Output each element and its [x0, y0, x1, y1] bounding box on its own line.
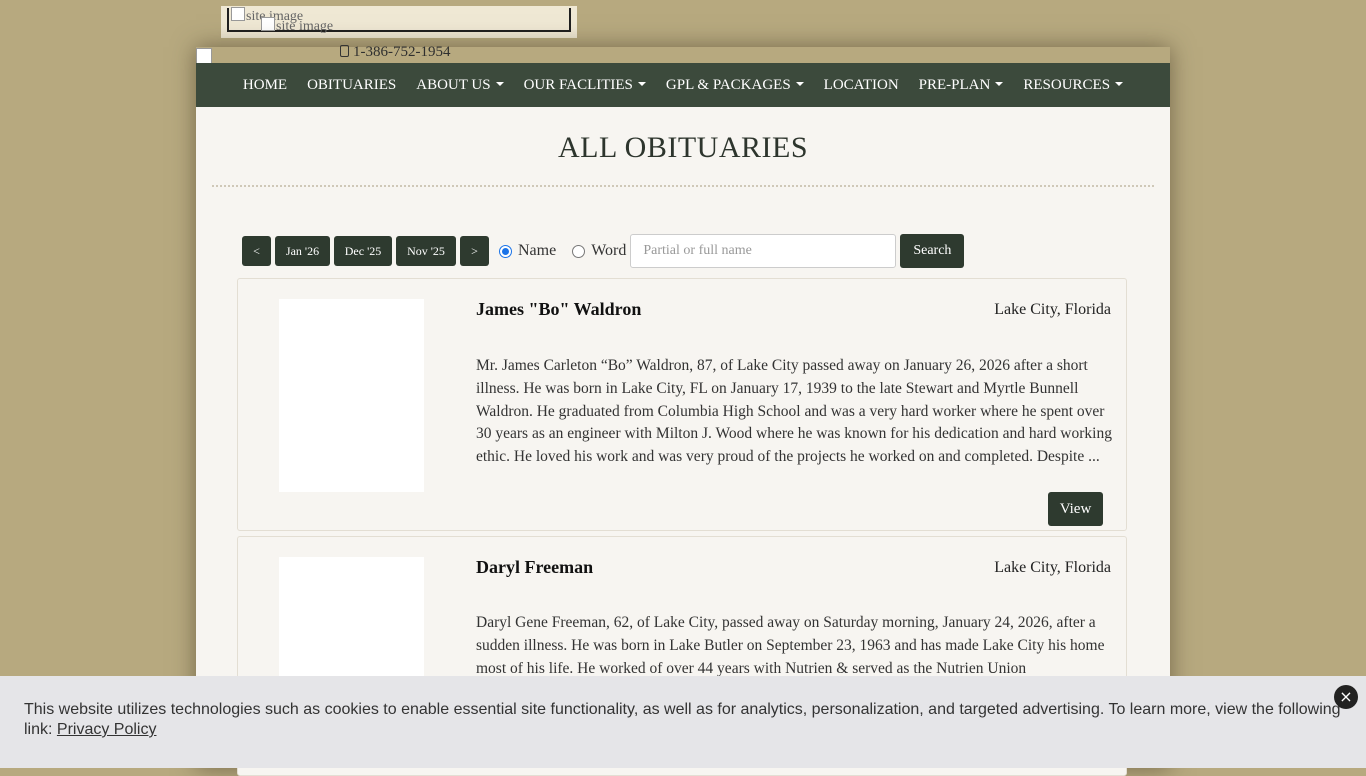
- obituary-name[interactable]: James "Bo" Waldron: [476, 299, 641, 320]
- search-button[interactable]: Search: [900, 234, 965, 268]
- caret-down-icon: [1115, 81, 1124, 86]
- prev-month-button[interactable]: <: [242, 236, 271, 266]
- caret-down-icon: [795, 81, 804, 86]
- logo-inner: site image site image: [227, 8, 571, 35]
- cookie-message: This website utilizes technologies such …: [24, 701, 1341, 738]
- obituary-photo[interactable]: [279, 299, 424, 492]
- obituary-card: James "Bo" Waldron Lake City, Florida Mr…: [237, 278, 1127, 531]
- obituary-location: Lake City, Florida: [994, 559, 1111, 576]
- caret-down-icon: [495, 81, 504, 86]
- phone-icon: [340, 45, 349, 57]
- title-divider: [212, 185, 1154, 187]
- page-title: ALL OBITUARIES: [557, 131, 809, 164]
- obituary-excerpt: Mr. James Carleton “Bo” Waldron, 87, of …: [476, 357, 1112, 466]
- logo-frame: site image site image: [221, 6, 577, 38]
- month-dec-25-button[interactable]: Dec '25: [334, 236, 392, 266]
- radio-name[interactable]: [499, 244, 512, 258]
- obituary-name[interactable]: Daryl Freeman: [476, 557, 593, 578]
- top-bar: 1-386-752-1954: [196, 44, 1170, 63]
- main-nav: HOME OBITUARIES ABOUT US OUR FACLITIES G…: [196, 63, 1170, 107]
- nav-pre-plan[interactable]: PRE-PLAN: [909, 77, 1014, 94]
- phone-number: 1-386-752-1954: [353, 44, 451, 60]
- obituary-excerpt: Daryl Gene Freeman, 62, of Lake City, pa…: [476, 614, 1105, 677]
- caret-down-icon: [995, 81, 1004, 86]
- month-jan-26-button[interactable]: Jan '26: [275, 236, 330, 266]
- next-month-button[interactable]: >: [460, 236, 489, 266]
- nav-about-us[interactable]: ABOUT US: [406, 77, 513, 94]
- radio-word[interactable]: [572, 244, 586, 258]
- nav-resources[interactable]: RESOURCES: [1013, 77, 1133, 94]
- nav-location[interactable]: LOCATION: [814, 77, 909, 94]
- privacy-policy-link[interactable]: Privacy Policy: [57, 721, 157, 738]
- site-image-2[interactable]: site image: [261, 17, 333, 35]
- view-button[interactable]: View: [1048, 492, 1103, 526]
- phone-link[interactable]: 1-386-752-1954: [340, 44, 451, 60]
- page-container: 1-386-752-1954 HOME OBITUARIES ABOUT US …: [196, 44, 1170, 776]
- nav-home[interactable]: HOME: [233, 77, 297, 94]
- cookie-banner: This website utilizes technologies such …: [0, 676, 1366, 768]
- nav-our-facilities[interactable]: OUR FACLITIES: [514, 77, 656, 94]
- search-input[interactable]: Partial or full name: [630, 234, 897, 268]
- nav-obituaries[interactable]: OBITUARIES: [297, 77, 406, 94]
- close-icon[interactable]: ×: [1334, 685, 1358, 709]
- caret-down-icon: [637, 81, 646, 86]
- obituary-location: Lake City, Florida: [994, 301, 1111, 318]
- radio-name-label: Name: [518, 242, 557, 259]
- obituary-filters: < Jan '26 Dec '25 Nov '25 > Name Word Pa…: [242, 234, 968, 268]
- nav-gpl-packages[interactable]: GPL & PACKAGES: [656, 77, 814, 94]
- month-nov-25-button[interactable]: Nov '25: [396, 236, 456, 266]
- radio-word-label: Word: [591, 242, 627, 259]
